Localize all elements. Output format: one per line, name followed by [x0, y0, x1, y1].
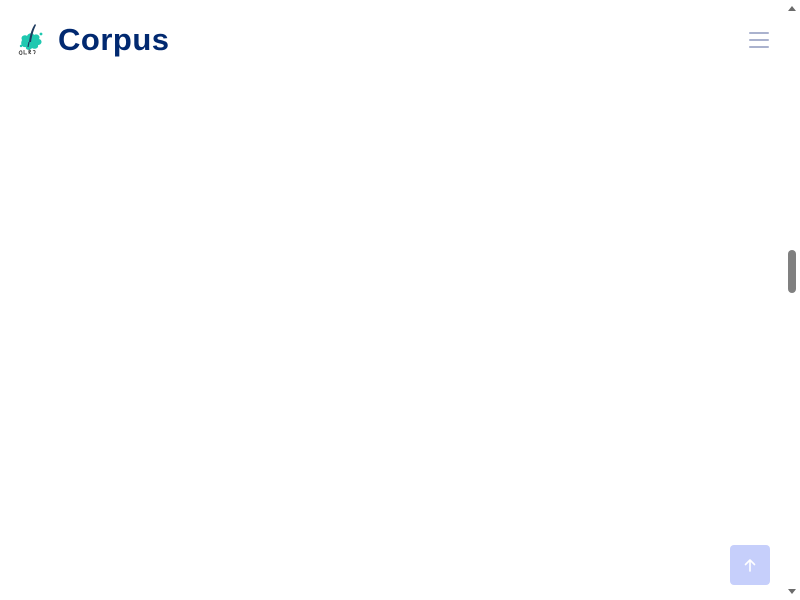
- scroll-thumb[interactable]: [788, 250, 796, 293]
- menu-bar: [749, 39, 769, 41]
- main-content: [0, 80, 785, 600]
- hamburger-menu-icon[interactable]: [747, 30, 771, 50]
- brand-link[interactable]: Corpus: [16, 22, 170, 56]
- menu-bar: [749, 32, 769, 34]
- vertical-scrollbar[interactable]: [785, 0, 800, 600]
- scroll-down-arrow-icon[interactable]: [788, 589, 796, 594]
- arrow-up-icon: [744, 559, 756, 572]
- brand-name: Corpus: [58, 21, 170, 57]
- site-header: Corpus: [0, 0, 785, 80]
- back-to-top-button[interactable]: [730, 545, 770, 585]
- menu-bar: [749, 46, 769, 48]
- quill-logo-icon: [18, 24, 43, 55]
- scroll-up-arrow-icon[interactable]: [788, 6, 796, 11]
- page-viewport: Corpus: [0, 0, 800, 600]
